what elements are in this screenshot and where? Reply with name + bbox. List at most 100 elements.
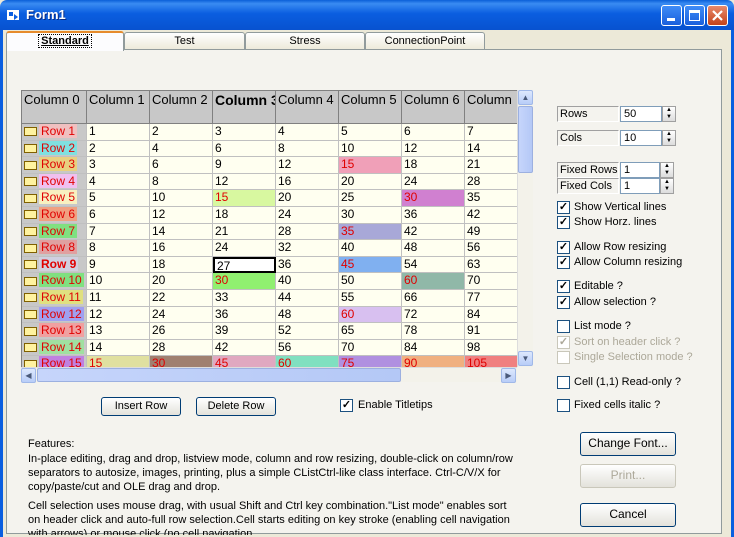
row-header[interactable]: Row 13	[22, 323, 87, 340]
grid-cell[interactable]: 30	[150, 356, 213, 367]
grid-cell[interactable]: 6	[402, 124, 465, 141]
grid-cell[interactable]: 4	[150, 140, 213, 158]
grid-cell[interactable]: 6	[213, 140, 276, 158]
grid-cell[interactable]: 33	[213, 290, 276, 307]
grid-cell[interactable]: 7	[87, 223, 150, 241]
grid-cell[interactable]: 35	[339, 223, 402, 241]
horizontal-scrollbar[interactable]: ◀ ▶	[21, 367, 517, 383]
option-checkbox[interactable]	[557, 399, 570, 412]
grid-cell[interactable]: 9	[87, 256, 150, 274]
row-header[interactable]: Row 15	[22, 356, 87, 367]
cancel-button[interactable]: Cancel	[580, 503, 676, 527]
grid-cell[interactable]: 24	[150, 306, 213, 324]
grid-cell[interactable]: 30	[402, 190, 465, 207]
grid-cell[interactable]: 27	[213, 256, 276, 274]
grid-cell[interactable]: 26	[150, 323, 213, 340]
grid-cell[interactable]: 30	[339, 207, 402, 224]
grid-cell[interactable]: 18	[213, 207, 276, 224]
grid-cell[interactable]: 35	[465, 190, 517, 207]
grid-cell[interactable]: 49	[465, 224, 517, 241]
grid-cell[interactable]: 15	[213, 190, 276, 207]
grid-cell[interactable]: 90	[402, 356, 465, 367]
grid-cell[interactable]: 30	[213, 273, 276, 290]
grid-cell[interactable]: 12	[87, 306, 150, 324]
row-header[interactable]: Row 4	[22, 173, 87, 191]
scroll-up-button[interactable]: ▲	[518, 90, 533, 105]
grid-cell[interactable]: 14	[150, 223, 213, 241]
grid-cell[interactable]: 45	[339, 256, 402, 274]
grid-cell[interactable]: 8	[150, 173, 213, 191]
minimize-button[interactable]	[661, 5, 682, 26]
grid-cell[interactable]: 16	[276, 173, 339, 191]
column-header[interactable]: Column 5	[339, 91, 402, 124]
grid-cell[interactable]: 48	[402, 240, 465, 257]
row-header[interactable]: Row 8	[22, 240, 87, 257]
insert-row-button[interactable]: Insert Row	[101, 397, 181, 416]
row-header[interactable]: Row 2	[22, 140, 87, 158]
grid-cell[interactable]: 12	[213, 173, 276, 191]
grid-cell[interactable]: 50	[339, 273, 402, 290]
grid-cell[interactable]: 20	[276, 190, 339, 207]
grid-cell[interactable]: 66	[402, 290, 465, 307]
grid-cell[interactable]: 56	[465, 240, 517, 257]
vertical-scrollbar[interactable]: ▲ ▼	[517, 90, 533, 367]
grid-cell[interactable]: 24	[213, 240, 276, 257]
grid-cell[interactable]: 105	[465, 356, 517, 367]
cols-spinner[interactable]: ▲ ▼	[662, 130, 676, 146]
grid-cell[interactable]: 8	[276, 140, 339, 158]
option-checkbox[interactable]	[557, 376, 570, 389]
title-bar[interactable]: Form1	[0, 0, 734, 30]
grid-cell[interactable]: 44	[276, 290, 339, 307]
grid-cell[interactable]: 78	[402, 323, 465, 340]
option-checkbox[interactable]: ✓	[557, 256, 570, 269]
grid-cell[interactable]: 16	[150, 240, 213, 257]
print-button[interactable]: Print...	[580, 464, 676, 488]
grid-cell[interactable]: 20	[339, 173, 402, 191]
grid-cell[interactable]: 98	[465, 340, 517, 357]
grid-cell[interactable]: 42	[213, 339, 276, 357]
horizontal-scroll-thumb[interactable]	[37, 368, 401, 382]
rows-input[interactable]: 50	[620, 106, 662, 122]
grid-cell[interactable]: 12	[402, 140, 465, 158]
grid-cell[interactable]: 24	[402, 173, 465, 191]
grid-cell[interactable]: 65	[339, 323, 402, 340]
grid-cell[interactable]: 10	[339, 140, 402, 158]
enable-titletips-checkbox[interactable]: ✓	[340, 399, 353, 412]
option-checkbox[interactable]: ✓	[557, 216, 570, 229]
row-header[interactable]: Row 9	[22, 256, 87, 274]
fixed-rows-spinner[interactable]: ▲ ▼	[660, 162, 674, 178]
grid-cell[interactable]: 21	[213, 223, 276, 241]
grid-cell[interactable]: 14	[87, 339, 150, 357]
column-header[interactable]: Column	[465, 91, 517, 124]
grid-cell[interactable]: 2	[87, 140, 150, 158]
scroll-left-button[interactable]: ◀	[21, 368, 36, 383]
grid-cell[interactable]: 2	[150, 124, 213, 141]
tab-connectionpoint[interactable]: ConnectionPoint	[365, 32, 485, 50]
row-header[interactable]: Row 12	[22, 306, 87, 324]
grid-cell[interactable]: 42	[465, 207, 517, 224]
row-header[interactable]: Row 3	[22, 157, 87, 174]
grid-cell[interactable]: 48	[276, 306, 339, 324]
grid-cell[interactable]: 54	[402, 256, 465, 274]
fixed-cols-spinner[interactable]: ▲ ▼	[660, 178, 674, 194]
column-header[interactable]: Column 2	[150, 91, 213, 124]
fixed-cols-input[interactable]: 1	[620, 178, 660, 194]
grid-cell[interactable]: 84	[402, 339, 465, 357]
column-header[interactable]: Column 0	[22, 91, 87, 124]
grid-cell[interactable]: 60	[276, 356, 339, 367]
option-checkbox[interactable]: ✓	[557, 296, 570, 309]
grid-cell[interactable]: 39	[213, 323, 276, 340]
grid-cell[interactable]: 70	[339, 339, 402, 357]
row-header[interactable]: Row 7	[22, 223, 87, 241]
column-header[interactable]: Column 3	[213, 91, 276, 124]
grid-cell[interactable]: 3	[213, 124, 276, 141]
grid-cell[interactable]: 4	[87, 173, 150, 191]
cols-input[interactable]: 10	[620, 130, 662, 146]
grid-cell[interactable]: 52	[276, 323, 339, 340]
grid-cell[interactable]: 60	[402, 273, 465, 290]
grid-cell[interactable]: 36	[276, 256, 339, 274]
fixed-rows-input[interactable]: 1	[620, 162, 660, 178]
grid-cell[interactable]: 28	[276, 223, 339, 241]
grid-cell[interactable]: 12	[150, 207, 213, 224]
option-checkbox[interactable]: ✓	[557, 336, 570, 349]
